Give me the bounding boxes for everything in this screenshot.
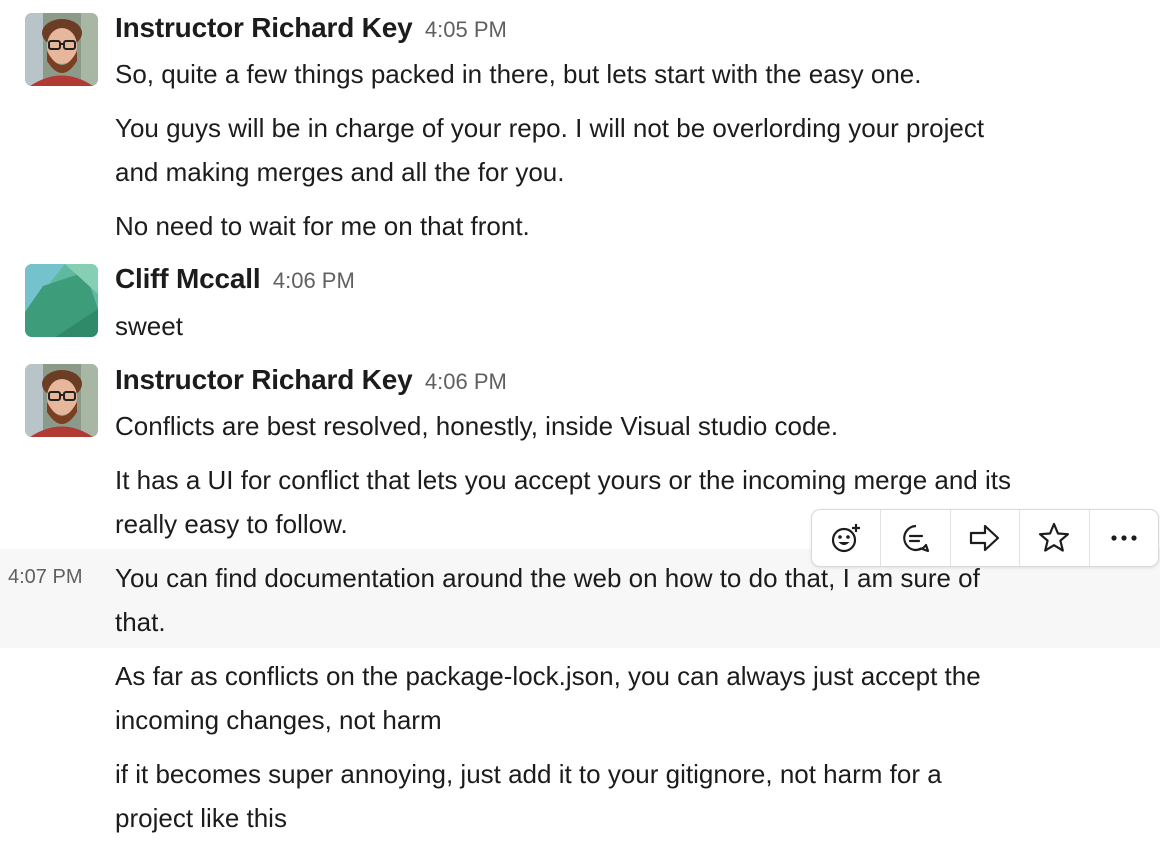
author-name[interactable]: Cliff Mccall bbox=[115, 263, 261, 294]
message-text: if it becomes super annoying, just add i… bbox=[115, 759, 942, 789]
hover-timestamp[interactable]: 4:07 PM bbox=[8, 566, 82, 589]
message-text: It has a UI for conflict that lets you a… bbox=[115, 465, 1011, 495]
share-message-button[interactable] bbox=[951, 510, 1021, 566]
message-text: Conflicts are best resolved, honestly, i… bbox=[115, 411, 839, 441]
avatar-richard-key[interactable] bbox=[25, 364, 98, 437]
timestamp[interactable]: 4:06 PM bbox=[425, 369, 507, 394]
timestamp[interactable]: 4:06 PM bbox=[273, 268, 355, 293]
message-feed: Instructor Richard Key 4:05 PM So, quite… bbox=[0, 0, 1160, 848]
message-header: Instructor Richard Key 4:06 PM bbox=[115, 364, 507, 396]
share-message-icon bbox=[969, 524, 1000, 552]
message-header: Instructor Richard Key 4:05 PM bbox=[115, 12, 507, 44]
message-text: sweet bbox=[115, 311, 183, 341]
message-text: that. bbox=[115, 607, 166, 637]
reply-thread-button[interactable] bbox=[881, 510, 951, 566]
message-text: incoming changes, not harm bbox=[115, 705, 442, 735]
message-text: As far as conflicts on the package-lock.… bbox=[115, 661, 981, 691]
message-text: and making merges and all the for you. bbox=[115, 157, 565, 187]
message-text: You guys will be in charge of your repo.… bbox=[115, 113, 985, 143]
message-header: Cliff Mccall 4:06 PM bbox=[115, 263, 355, 295]
message-actions-bar bbox=[811, 509, 1159, 567]
avatar-richard-key[interactable] bbox=[25, 13, 98, 86]
add-reaction-icon bbox=[832, 524, 861, 553]
author-name[interactable]: Instructor Richard Key bbox=[115, 12, 413, 43]
avatar-cliff-mccall[interactable] bbox=[25, 264, 98, 337]
message-text: No need to wait for me on that front. bbox=[115, 211, 530, 241]
author-name[interactable]: Instructor Richard Key bbox=[115, 364, 413, 395]
more-actions-button[interactable] bbox=[1090, 510, 1158, 566]
star-icon bbox=[1039, 522, 1070, 552]
more-actions-icon bbox=[1111, 535, 1137, 541]
reply-thread-icon bbox=[902, 524, 929, 553]
star-message-button[interactable] bbox=[1020, 510, 1090, 566]
timestamp[interactable]: 4:05 PM bbox=[425, 17, 507, 42]
message-text: project like this bbox=[115, 803, 287, 833]
message-text: So, quite a few things packed in there, … bbox=[115, 59, 922, 89]
add-reaction-button[interactable] bbox=[812, 510, 882, 566]
